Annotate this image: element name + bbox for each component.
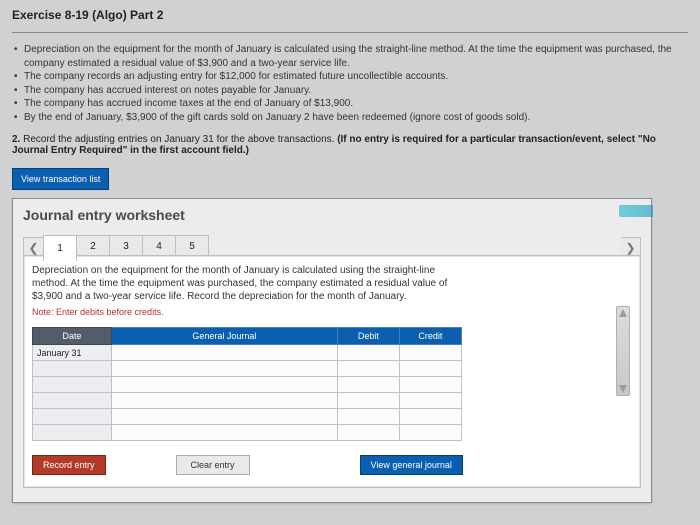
cell-debit[interactable] (337, 409, 399, 425)
cell-date (33, 409, 112, 425)
tab-1[interactable]: 1 (43, 235, 77, 261)
cell-credit[interactable] (399, 345, 461, 361)
col-debit-header: Debit (337, 328, 399, 345)
table-row: January 31 (33, 345, 462, 361)
col-date-header: Date (33, 328, 112, 345)
table-row (33, 409, 462, 425)
table-row (33, 377, 462, 393)
table-row (33, 393, 462, 409)
view-general-journal-button[interactable]: View general journal (360, 455, 463, 475)
cell-date: January 31 (33, 345, 112, 361)
bullet-1: Depreciation on the equipment for the mo… (12, 43, 688, 70)
bullet-5: By the end of January, $3,900 of the gif… (12, 111, 688, 125)
record-entry-button[interactable]: Record entry (32, 455, 106, 475)
scrollbar[interactable] (616, 306, 630, 396)
tab-panel: Depreciation on the equipment for the mo… (23, 255, 641, 488)
bullet-3: The company has accrued interest on note… (12, 84, 688, 98)
view-transaction-list-button[interactable]: View transaction list (12, 168, 109, 190)
cell-date (33, 393, 112, 409)
tab-3[interactable]: 3 (109, 235, 143, 257)
cell-date (33, 377, 112, 393)
cell-debit[interactable] (337, 377, 399, 393)
worksheet-title: Journal entry worksheet (23, 207, 641, 223)
entry-description: Depreciation on the equipment for the mo… (32, 264, 472, 303)
instruction-text: Record the adjusting entries on January … (20, 134, 337, 145)
note-text: Note: Enter debits before credits. (32, 307, 632, 317)
exercise-title: Exercise 8-19 (Algo) Part 2 (12, 8, 688, 22)
cell-credit[interactable] (399, 409, 461, 425)
cell-account[interactable] (112, 393, 338, 409)
cell-debit[interactable] (337, 393, 399, 409)
instruction: 2. Record the adjusting entries on Janua… (12, 134, 688, 156)
bullet-2: The company records an adjusting entry f… (12, 70, 688, 84)
cell-credit[interactable] (399, 377, 461, 393)
tab-2[interactable]: 2 (76, 235, 110, 257)
cell-date (33, 361, 112, 377)
cell-credit[interactable] (399, 425, 461, 441)
tab-5[interactable]: 5 (175, 235, 209, 257)
cell-date (33, 425, 112, 441)
cell-account[interactable] (112, 361, 338, 377)
table-row (33, 361, 462, 377)
bullet-4: The company has accrued income taxes at … (12, 97, 688, 111)
col-credit-header: Credit (399, 328, 461, 345)
cell-debit[interactable] (337, 345, 399, 361)
divider (12, 32, 688, 33)
cell-account[interactable] (112, 425, 338, 441)
cell-account[interactable] (112, 409, 338, 425)
table-row (33, 425, 462, 441)
scenario-bullets: Depreciation on the equipment for the mo… (12, 43, 688, 124)
cell-account[interactable] (112, 345, 338, 361)
journal-entry-worksheet: Journal entry worksheet ❮ 1 2 3 4 5 ❯ De… (12, 198, 652, 503)
clear-entry-button[interactable]: Clear entry (176, 455, 250, 475)
cell-credit[interactable] (399, 393, 461, 409)
journal-entry-table: Date General Journal Debit Credit Januar… (32, 327, 462, 441)
cell-credit[interactable] (399, 361, 461, 377)
tab-4[interactable]: 4 (142, 235, 176, 257)
cell-account[interactable] (112, 377, 338, 393)
decorative-ribbon (619, 205, 653, 217)
col-general-journal-header: General Journal (112, 328, 338, 345)
cell-debit[interactable] (337, 425, 399, 441)
cell-debit[interactable] (337, 361, 399, 377)
